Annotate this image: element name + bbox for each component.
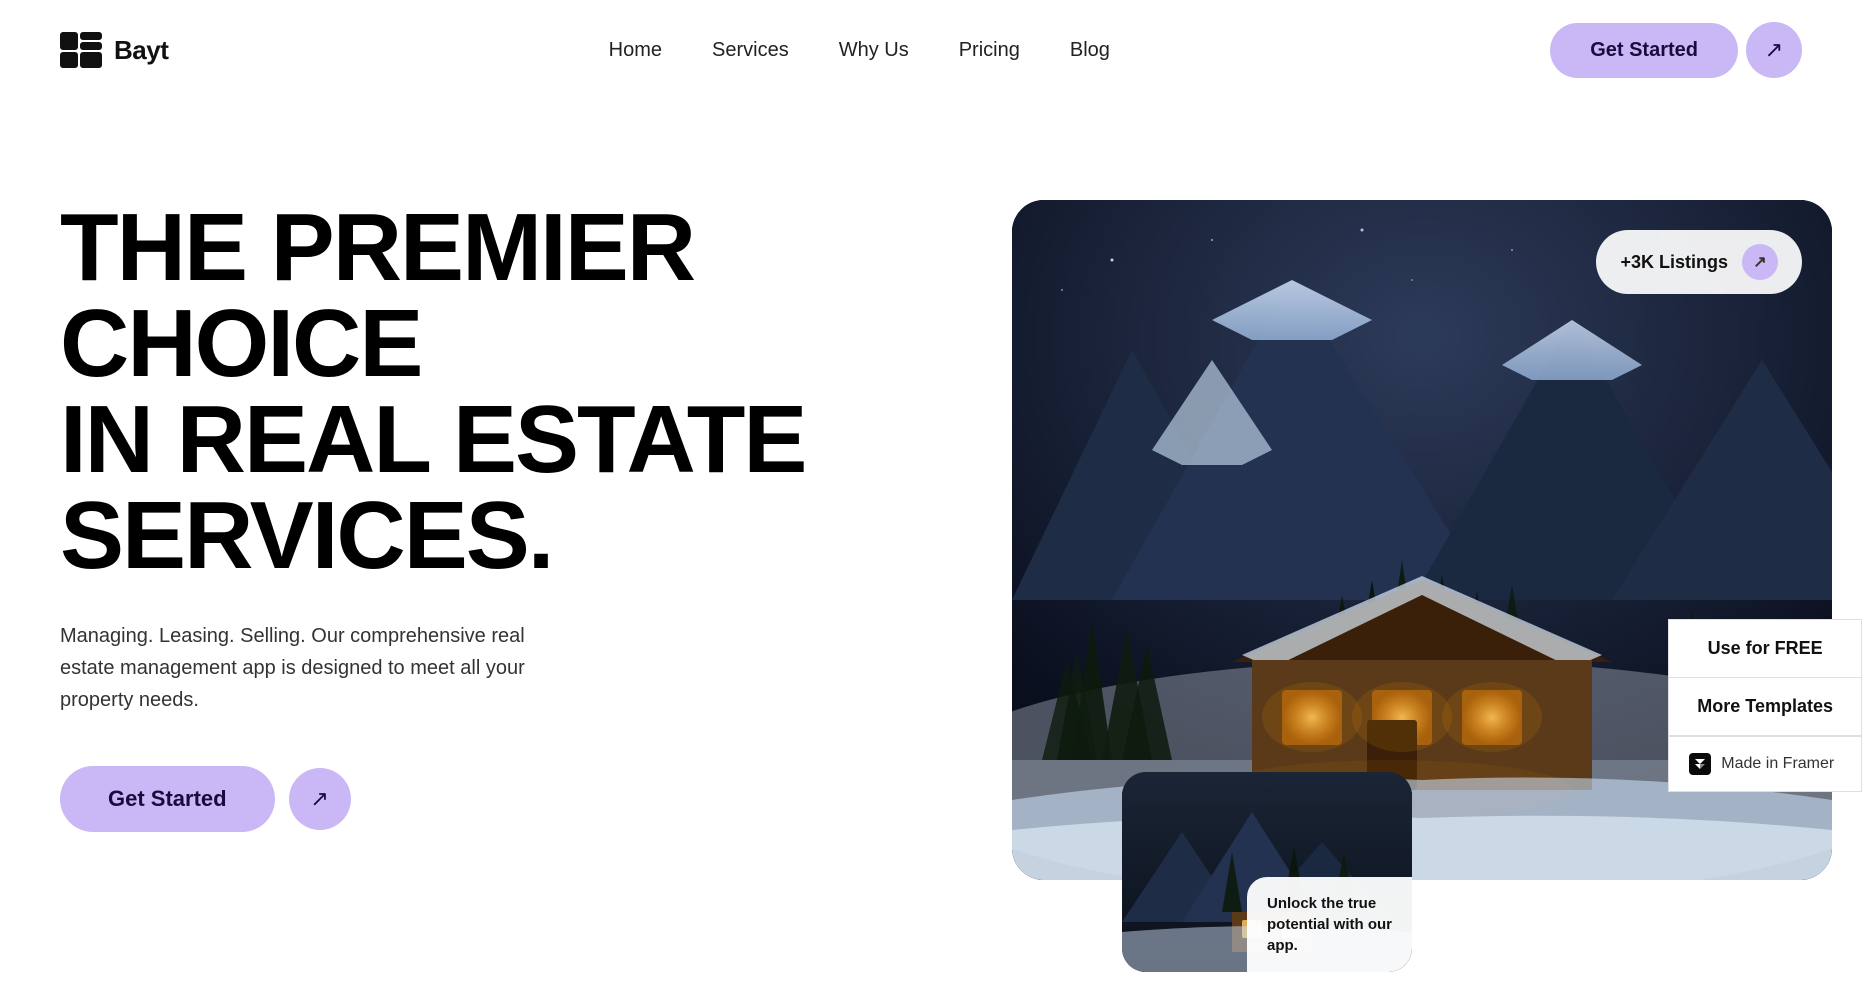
framer-logo-icon [1689,753,1711,775]
nav-cta-area: Get Started ↗ [1550,22,1802,78]
hero-right: +3K Listings ↗ [922,100,1862,992]
nav-links: Home Services Why Us Pricing Blog [609,39,1110,62]
listings-badge: +3K Listings ↗ [1596,230,1802,294]
logo-area: Bayt [60,32,168,68]
logo-icon [60,32,102,68]
listings-badge-text: +3K Listings [1620,252,1728,273]
hero-arrow-button[interactable]: ↗ [289,768,351,830]
hero-get-started-button[interactable]: Get Started [60,766,275,832]
nav-get-started-button[interactable]: Get Started [1550,23,1738,78]
hero-left: THE PREMIER CHOICE IN REAL ESTATE SERVIC… [60,140,910,832]
navbar: Bayt Home Services Why Us Pricing Blog G… [0,0,1862,100]
nav-pricing[interactable]: Pricing [959,39,1020,62]
more-templates-button[interactable]: More Templates [1668,677,1862,736]
listings-badge-arrow[interactable]: ↗ [1742,244,1778,280]
small-card-line1: Unlock the true potential with our app. [1267,893,1392,956]
use-for-free-button[interactable]: Use for FREE [1668,619,1862,677]
framer-label: Made in Framer [1721,755,1834,773]
logo-name: Bayt [114,35,168,66]
nav-why-us[interactable]: Why Us [839,39,909,62]
headline-line3: SERVICES. [60,482,552,589]
hero-arrow-icon: ↗ [310,786,328,812]
headline-line2: IN REAL ESTATE [60,386,805,493]
nav-arrow-icon: ↗ [1765,37,1783,63]
side-panel: Use for FREE More Templates Made in Fram… [1668,619,1862,792]
small-image-card: Unlock the true potential with our app. [1122,772,1412,972]
nav-arrow-button[interactable]: ↗ [1746,22,1802,78]
nav-home[interactable]: Home [609,39,662,62]
small-image-bg: Unlock the true potential with our app. [1122,772,1412,972]
hero-section: THE PREMIER CHOICE IN REAL ESTATE SERVIC… [0,100,1862,892]
nav-blog[interactable]: Blog [1070,39,1110,62]
small-card-text: Unlock the true potential with our app. [1247,877,1412,972]
framer-badge[interactable]: Made in Framer [1668,736,1862,792]
hero-headline: THE PREMIER CHOICE IN REAL ESTATE SERVIC… [60,200,910,584]
headline-line1: THE PREMIER CHOICE [60,194,694,397]
nav-services[interactable]: Services [712,39,789,62]
hero-cta-row: Get Started ↗ [60,766,910,832]
listings-arrow-icon: ↗ [1753,252,1766,272]
hero-subtext: Managing. Leasing. Selling. Our comprehe… [60,620,560,716]
